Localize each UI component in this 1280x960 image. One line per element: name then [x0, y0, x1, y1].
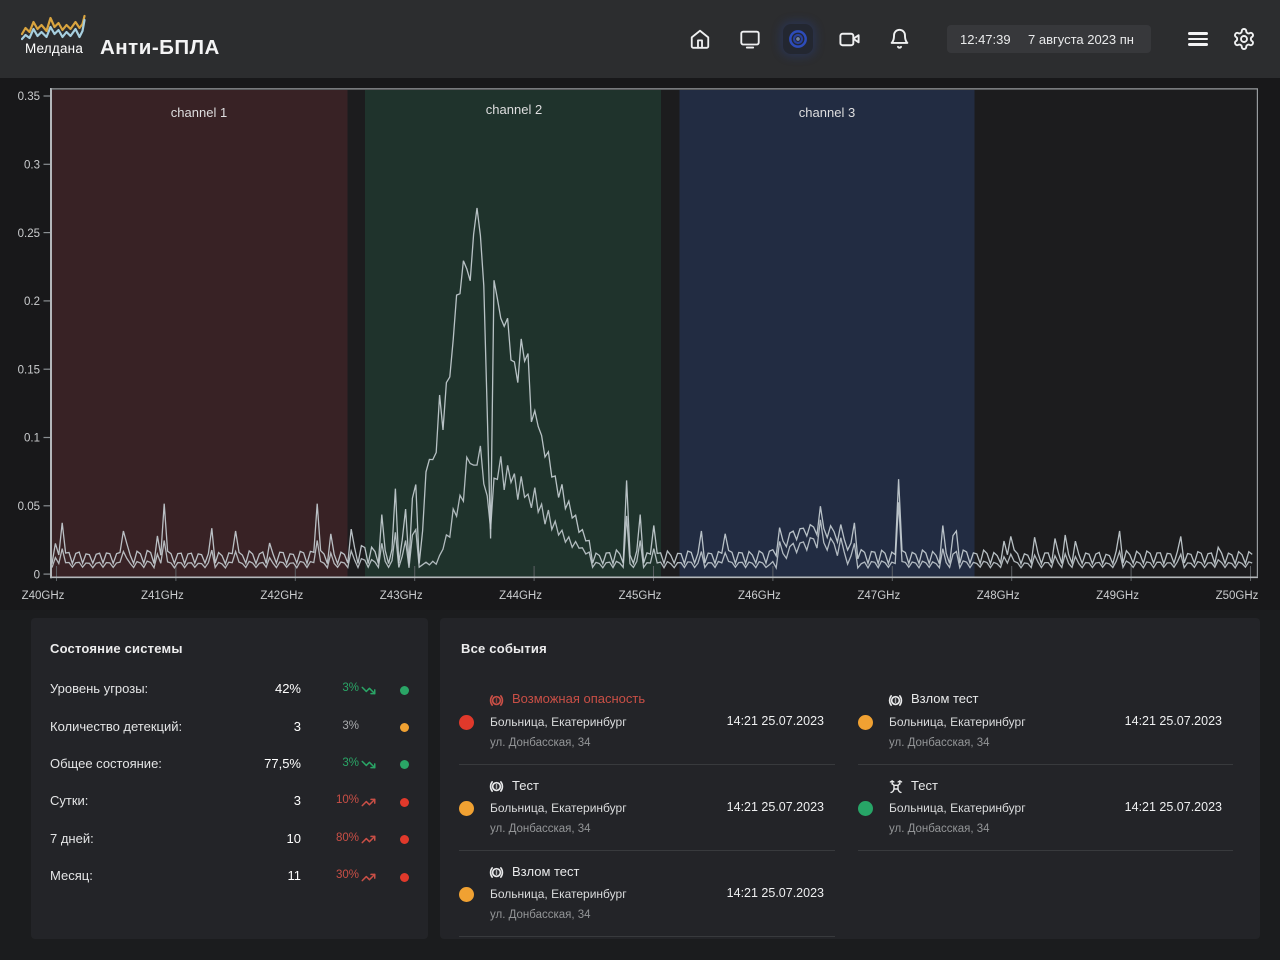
svg-text:Z50GHz: Z50GHz: [1216, 590, 1259, 602]
svg-text:0.2: 0.2: [24, 296, 40, 308]
svg-text:Z47GHz: Z47GHz: [857, 590, 900, 602]
svg-text:0.15: 0.15: [18, 364, 40, 376]
svg-text:channel 1: channel 1: [171, 105, 227, 120]
svg-text:0.35: 0.35: [18, 91, 40, 103]
svg-text:Z43GHz: Z43GHz: [380, 590, 423, 602]
svg-text:Z48GHz: Z48GHz: [977, 590, 1020, 602]
svg-text:channel 3: channel 3: [799, 105, 855, 120]
svg-text:0.3: 0.3: [24, 160, 40, 172]
svg-text:0: 0: [34, 569, 40, 581]
svg-text:0.1: 0.1: [24, 433, 40, 445]
svg-text:channel 2: channel 2: [486, 102, 542, 117]
svg-text:Z41GHz: Z41GHz: [141, 590, 184, 602]
svg-text:Z40GHz: Z40GHz: [22, 590, 65, 602]
svg-text:Z45GHz: Z45GHz: [619, 590, 662, 602]
svg-text:Z44GHz: Z44GHz: [499, 590, 542, 602]
svg-text:Z42GHz: Z42GHz: [260, 590, 303, 602]
svg-text:0.25: 0.25: [18, 228, 40, 240]
svg-text:Z49GHz: Z49GHz: [1096, 590, 1139, 602]
svg-text:0.05: 0.05: [18, 501, 40, 513]
svg-text:Z46GHz: Z46GHz: [738, 590, 781, 602]
